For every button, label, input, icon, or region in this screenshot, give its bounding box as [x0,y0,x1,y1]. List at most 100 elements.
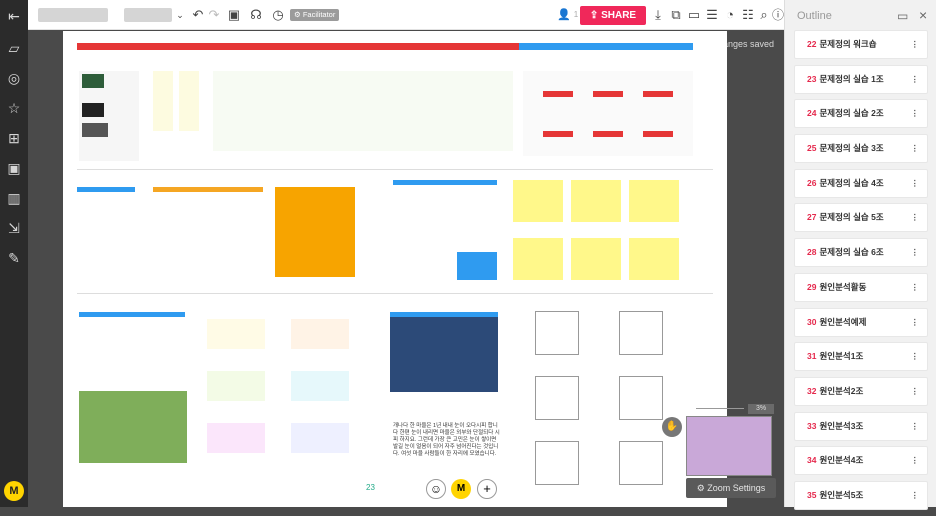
download-icon[interactable]: ⤓ [650,7,666,23]
more-options-icon[interactable]: ⋮ [911,274,920,301]
sticky-note-icon[interactable]: ▱ [6,40,22,56]
story-card[interactable] [393,180,497,280]
presentation-icon[interactable]: ▣ [226,7,242,23]
sticky-note[interactable] [629,238,679,280]
more-options-icon[interactable]: ⋮ [911,100,920,127]
undo-icon[interactable]: ↶ [190,7,206,23]
event-card[interactable] [79,312,185,377]
outline-item-number: 30 [807,316,817,327]
more-options-icon[interactable]: ⋮ [911,378,920,405]
board-name-blurred[interactable] [124,8,172,22]
quadrant-grid[interactable] [535,441,579,485]
outline-item[interactable]: 34 원인분석4조 ⋮ [794,446,928,476]
shapes-icon[interactable]: ◎ [6,70,22,86]
private-mode-icon[interactable]: ☊ [248,7,264,23]
text-card[interactable] [77,187,135,272]
snow-village-photo[interactable] [390,312,498,392]
circle-sticky[interactable] [207,371,265,401]
circle-sticky[interactable] [207,319,265,349]
more-options-icon[interactable]: ⋮ [911,447,920,474]
add-icon[interactable]: + [477,479,497,499]
more-options-icon[interactable]: ⋮ [911,413,920,440]
more-options-icon[interactable]: ⋮ [911,204,920,231]
sticky-note[interactable] [571,180,621,222]
outline-item[interactable]: 35 원인분석5조 ⋮ [794,480,928,510]
pen-icon[interactable]: ✎ [6,250,22,266]
outline-item[interactable]: 31 원인분석1조 ⋮ [794,342,928,372]
sticky-column[interactable] [153,71,173,131]
hand-tool-icon[interactable]: ✋ [662,417,682,437]
worksheet-card[interactable] [153,187,263,272]
outline-item[interactable]: 26 문제정의 실습 4조 ⋮ [794,168,928,198]
chevron-down-icon[interactable]: ⌄ [172,7,188,23]
outline-item[interactable]: 32 원인분석2조 ⋮ [794,376,928,406]
sticky-note[interactable] [513,180,563,222]
redo-icon[interactable]: ↷ [206,7,222,23]
sticky-note[interactable] [571,238,621,280]
quadrant-grid[interactable] [535,311,579,355]
chat-icon[interactable]: ▭ [686,7,702,23]
history-icon[interactable]: ◔ [722,7,738,23]
circle-sticky[interactable] [207,423,265,453]
more-options-icon[interactable]: ⋮ [911,31,920,58]
facilitator-badge[interactable]: ⚙ Facilitator [290,9,340,21]
library-icon[interactable]: ▥ [6,190,22,206]
more-options-icon[interactable]: ⋮ [911,482,920,509]
quadrant-grid[interactable] [619,311,663,355]
field-photo[interactable] [79,391,187,463]
star-icon[interactable]: ☆ [6,100,22,116]
outline-item[interactable]: 27 문제정의 실습 5조 ⋮ [794,203,928,233]
circle-sticky[interactable] [291,371,349,401]
user-avatar[interactable]: M [4,481,24,501]
sticky-note[interactable] [513,238,563,280]
quadrant-grid[interactable] [619,441,663,485]
zoom-settings-label: Zoom Settings [707,483,766,493]
outline-item-number: 22 [807,39,817,49]
orange-block[interactable] [275,187,355,277]
present-icon[interactable]: ▭ [897,9,908,23]
minimap[interactable] [686,416,772,476]
outline-item[interactable]: 30 원인분석예제 ⋮ [794,307,928,337]
image-icon[interactable]: ▣ [6,160,22,176]
quadrant-grid[interactable] [535,376,579,420]
outline-item[interactable]: 28 문제정의 실습 6조 ⋮ [794,238,928,268]
user-avatar-icon[interactable]: M [451,479,471,499]
whiteboard-canvas[interactable]: All changes saved 개나다 한 마을은 1년 내내 눈이 오다시… [28,31,784,507]
outline-item[interactable]: 25 문제정의 실습 3조 ⋮ [794,134,928,164]
more-options-icon[interactable]: ⋮ [911,239,920,266]
outline-list-icon[interactable]: ☷ [740,7,756,23]
share-button[interactable]: ⇪ SHARE [580,6,646,25]
more-options-icon[interactable]: ⋮ [911,170,920,197]
reaction-icon[interactable]: ☺ [426,479,446,499]
circle-sticky[interactable] [291,319,349,349]
outline-item[interactable]: 22 문제정의 워크숍 ⋮ [794,30,928,59]
outline-item[interactable]: 23 문제정의 실습 1조 ⋮ [794,64,928,94]
sticky-column[interactable] [179,71,199,131]
more-options-icon[interactable]: ⋮ [911,309,920,336]
comments-icon[interactable]: ⧉ [668,7,684,23]
diagram-area[interactable] [523,71,693,156]
grid-area[interactable] [213,71,513,151]
zoom-slider[interactable] [696,408,744,409]
import-icon[interactable]: ⇲ [6,220,22,236]
outline-item[interactable]: 33 원인분석3조 ⋮ [794,411,928,441]
quadrant-grid[interactable] [619,376,663,420]
more-options-icon[interactable]: ⋮ [911,343,920,370]
exit-icon[interactable]: ⇤ [6,8,22,24]
outline-item[interactable]: 29 원인분석활동 ⋮ [794,272,928,302]
close-icon[interactable]: × [919,7,927,23]
more-options-icon[interactable]: ⋮ [911,135,920,162]
board-title-blurred[interactable] [38,8,108,22]
outline-item[interactable]: 24 문제정의 실습 2조 ⋮ [794,99,928,129]
circle-sticky[interactable] [291,423,349,453]
outline-item-number: 35 [807,489,817,500]
activity-icon[interactable]: ☰ [704,7,720,23]
board-frame[interactable]: 개나다 한 마을은 1년 내내 눈이 오다시피 합니다 한편 눈이 내리면 마을… [63,31,727,507]
slide-thumbnail[interactable] [79,71,139,161]
grid-icon[interactable]: ⊞ [6,130,22,146]
outline-item-label: 원인분석4조 [819,455,864,466]
timer-icon[interactable]: ◷ [270,7,286,23]
zoom-settings-button[interactable]: ⚙ Zoom Settings [686,478,776,498]
more-options-icon[interactable]: ⋮ [911,66,920,93]
sticky-note[interactable] [629,180,679,222]
